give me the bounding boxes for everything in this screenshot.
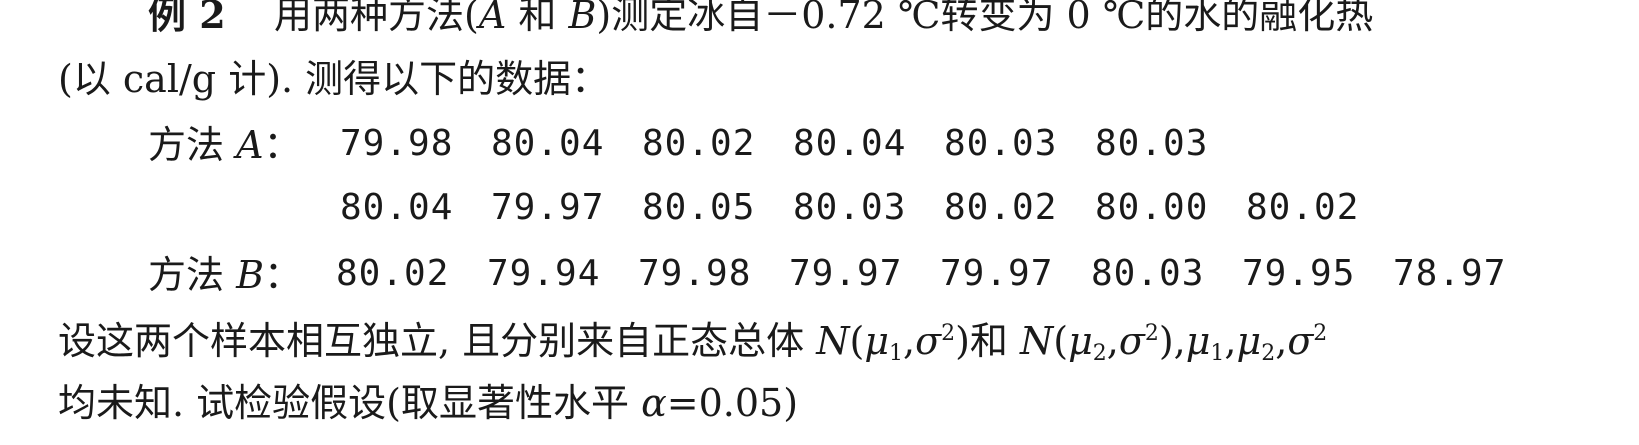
example-heading-line: 例 2 用两种方法(A 和 B)测定冰自－0.72 ℃转变为 0 ℃的水的融化热: [148, 0, 1373, 34]
title-part-1: 用两种方法(: [274, 0, 479, 37]
data-value: 79.98: [638, 253, 752, 294]
data-value: 80.04: [340, 187, 454, 228]
data-value: 80.04: [491, 123, 605, 164]
example-label: 例 2: [148, 0, 226, 37]
data-value: 80.02: [944, 187, 1058, 228]
title-part-2: )测定冰自－0.72 ℃转变为 0 ℃的水的融化热: [596, 0, 1374, 37]
data-value: 80.02: [336, 253, 450, 294]
data-value: 80.02: [1246, 187, 1360, 228]
data-value: 80.03: [1091, 253, 1205, 294]
units-line: (以 cal/g 计). 测得以下的数据：: [58, 57, 610, 101]
data-value: 79.94: [487, 253, 601, 294]
method-b-symbol: B: [568, 0, 597, 37]
question-line: 均未知. 试检验假设(取显著性水平 α=0.05): [58, 381, 799, 425]
data-value: 79.95: [1242, 253, 1356, 294]
data-value: 80.02: [642, 123, 756, 164]
method-b-label: 方法 B：: [148, 253, 303, 297]
data-value: 79.98: [340, 123, 454, 164]
data-value: 80.03: [1095, 123, 1209, 164]
data-value: 80.00: [1095, 187, 1209, 228]
data-value: 80.05: [642, 187, 756, 228]
data-value: 79.97: [491, 187, 605, 228]
method-a-symbol: A: [478, 0, 507, 37]
data-value: 80.03: [793, 187, 907, 228]
assumption-line: 设这两个样本相互独立, 且分别来自正态总体 N(μ1,σ2)和 N(μ2,σ2)…: [58, 319, 1328, 366]
textbook-page: 例 2 用两种方法(A 和 B)测定冰自－0.72 ℃转变为 0 ℃的水的融化热…: [0, 0, 1639, 445]
data-value: 79.97: [940, 253, 1054, 294]
data-value: 80.03: [944, 123, 1058, 164]
data-value: 80.04: [793, 123, 907, 164]
data-value: 79.97: [789, 253, 903, 294]
data-value: 78.97: [1393, 253, 1507, 294]
title-and: 和: [506, 0, 569, 37]
method-a-label: 方法 A：: [148, 123, 302, 167]
